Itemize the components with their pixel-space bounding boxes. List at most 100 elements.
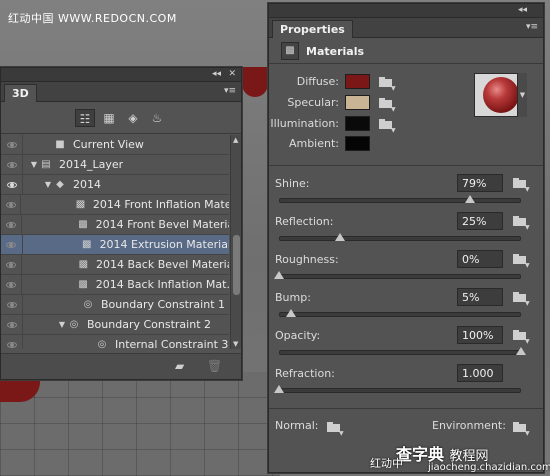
slider-thumb[interactable] — [274, 271, 284, 279]
scroll-thumb[interactable] — [233, 235, 240, 295]
slider-track[interactable] — [279, 236, 521, 241]
properties-tabbar: Properties ▾≡ — [269, 18, 543, 38]
layer-row[interactable]: ▼ ◆ 2014 — [1, 175, 229, 195]
visibility-toggle[interactable] — [1, 235, 23, 254]
slider-track[interactable] — [279, 198, 521, 203]
material-icon: ▩ — [78, 259, 89, 270]
scroll-down-icon[interactable]: ▼ — [233, 340, 238, 348]
color-swatch[interactable] — [345, 136, 370, 151]
collapse-icon[interactable]: ◂◂ — [518, 5, 527, 15]
color-label: Illumination: — [270, 117, 339, 130]
panel-menu-icon[interactable]: ▾≡ — [526, 22, 538, 32]
visibility-toggle[interactable] — [1, 295, 23, 314]
layer-row[interactable]: ■ Current View — [1, 135, 229, 155]
color-swatch[interactable] — [345, 74, 370, 89]
chevron-down-icon[interactable]: ▼ — [525, 300, 530, 307]
disclosure-triangle-icon[interactable]: ▼ — [29, 160, 39, 169]
chevron-down-icon[interactable]: ▼ — [525, 338, 530, 345]
value-input[interactable]: 5% — [457, 288, 503, 306]
chevron-down-icon[interactable]: ▼ — [339, 430, 344, 437]
value-input[interactable]: 0% — [457, 250, 503, 268]
slider-thumb[interactable] — [465, 195, 476, 203]
color-row: Diffuse: ▼ — [269, 73, 469, 92]
layer-row[interactable]: ▩ 2014 Extrusion Material — [1, 235, 229, 255]
eye-icon — [5, 261, 16, 268]
chevron-down-icon[interactable]: ▼ — [391, 106, 396, 113]
layer-list-scrollbar[interactable]: ▲ ▼ — [230, 135, 241, 349]
slider-track[interactable] — [279, 388, 521, 393]
map-row: Normal: ▼ Environment: ▼ — [269, 418, 543, 437]
materials-header: ▩ Materials — [269, 38, 543, 64]
chevron-down-icon[interactable]: ▼ — [525, 224, 530, 231]
tab-properties[interactable]: Properties — [272, 20, 353, 38]
light-filter-icon[interactable]: ♨ — [147, 109, 167, 127]
mesh-filter-icon[interactable]: ▦ — [99, 109, 119, 127]
chevron-down-icon[interactable]: ▼ — [391, 85, 396, 92]
chevron-down-icon[interactable]: ▼ — [525, 186, 530, 193]
chevron-down-icon[interactable]: ▼ — [525, 262, 530, 269]
chevron-down-icon[interactable]: ▼ — [517, 73, 527, 117]
slider-track[interactable] — [279, 312, 521, 317]
material-icon: ▩ — [75, 199, 86, 210]
slider-thumb[interactable] — [286, 309, 297, 317]
material-filter-icon[interactable]: ◈ — [123, 109, 143, 127]
slider-label: Refraction: — [275, 367, 335, 380]
layer-row[interactable]: ▩ 2014 Front Bevel Material — [1, 215, 229, 235]
divider — [269, 165, 543, 166]
visibility-toggle[interactable] — [1, 275, 22, 294]
3d-panel-titlebar[interactable]: ◂◂ ✕ — [1, 68, 241, 82]
value-input[interactable]: 79% — [457, 174, 503, 192]
value-input[interactable]: 100% — [457, 326, 503, 344]
scroll-up-icon[interactable]: ▲ — [233, 136, 238, 144]
chevron-down-icon[interactable]: ▼ — [391, 127, 396, 134]
visibility-toggle[interactable] — [1, 315, 23, 334]
layer-label: Current View — [73, 138, 144, 151]
color-row: Specular: ▼ — [269, 94, 469, 113]
tab-3d[interactable]: 3D — [4, 84, 37, 102]
color-swatch[interactable] — [345, 116, 370, 131]
material-sphere-thumbnail — [482, 77, 519, 113]
properties-titlebar[interactable]: ◂◂ — [269, 4, 543, 18]
eye-icon — [5, 221, 16, 228]
3d-panel-tabbar: 3D ▾≡ — [1, 82, 241, 102]
chevron-down-icon[interactable]: ▼ — [525, 430, 530, 437]
layer-row[interactable]: ◎ Internal Constraint 3 — [1, 335, 229, 349]
visibility-toggle[interactable] — [1, 155, 23, 174]
layer-row[interactable]: ▩ 2014 Back Bevel Material — [1, 255, 229, 275]
value-input[interactable]: 1.000 — [457, 364, 503, 382]
slider-thumb[interactable] — [516, 347, 526, 355]
layer-row[interactable]: ◎ Boundary Constraint 1 — [1, 295, 229, 315]
visibility-toggle[interactable] — [1, 215, 22, 234]
slider-row: Opacity: 100% ▼ — [269, 326, 543, 364]
slider-track[interactable] — [279, 350, 521, 355]
layer-row[interactable]: ▩ 2014 Back Inflation Mat... — [1, 275, 229, 295]
visibility-toggle[interactable] — [1, 175, 23, 194]
visibility-toggle[interactable] — [1, 335, 23, 349]
layer-label: 2014 Back Inflation Mat... — [95, 278, 229, 291]
trash-icon[interactable]: 🗑 — [207, 359, 222, 373]
value-input[interactable]: 25% — [457, 212, 503, 230]
eye-icon — [6, 241, 17, 248]
eye-icon — [6, 161, 17, 168]
slider-thumb[interactable] — [274, 385, 284, 393]
eye-icon — [6, 141, 17, 148]
layer-label: 2014 Back Bevel Material — [96, 258, 229, 271]
layer-row[interactable]: ▼ ▤ 2014_Layer — [1, 155, 229, 175]
scene-filter-icon[interactable]: ☷ — [75, 109, 95, 127]
layer-label: Boundary Constraint 1 — [101, 298, 225, 311]
layer-row[interactable]: ▼ ◎ Boundary Constraint 2 — [1, 315, 229, 335]
visibility-toggle[interactable] — [1, 195, 22, 214]
disclosure-triangle-icon[interactable]: ▼ — [57, 320, 67, 329]
disclosure-triangle-icon[interactable]: ▼ — [43, 180, 53, 189]
panel-menu-icon[interactable]: ▾≡ — [224, 86, 236, 96]
close-icon[interactable]: ✕ — [228, 69, 236, 79]
visibility-toggle[interactable] — [1, 255, 22, 274]
slider-row: Bump: 5% ▼ — [269, 288, 543, 326]
layer-row[interactable]: ▩ 2014 Front Inflation Mate... — [1, 195, 229, 215]
slider-thumb[interactable] — [334, 233, 345, 241]
visibility-toggle[interactable] — [1, 135, 23, 154]
color-swatch[interactable] — [345, 95, 370, 110]
slider-track[interactable] — [279, 274, 521, 279]
collapse-icon[interactable]: ◂◂ — [212, 69, 221, 79]
new-object-icon[interactable]: ▰ — [175, 359, 184, 373]
